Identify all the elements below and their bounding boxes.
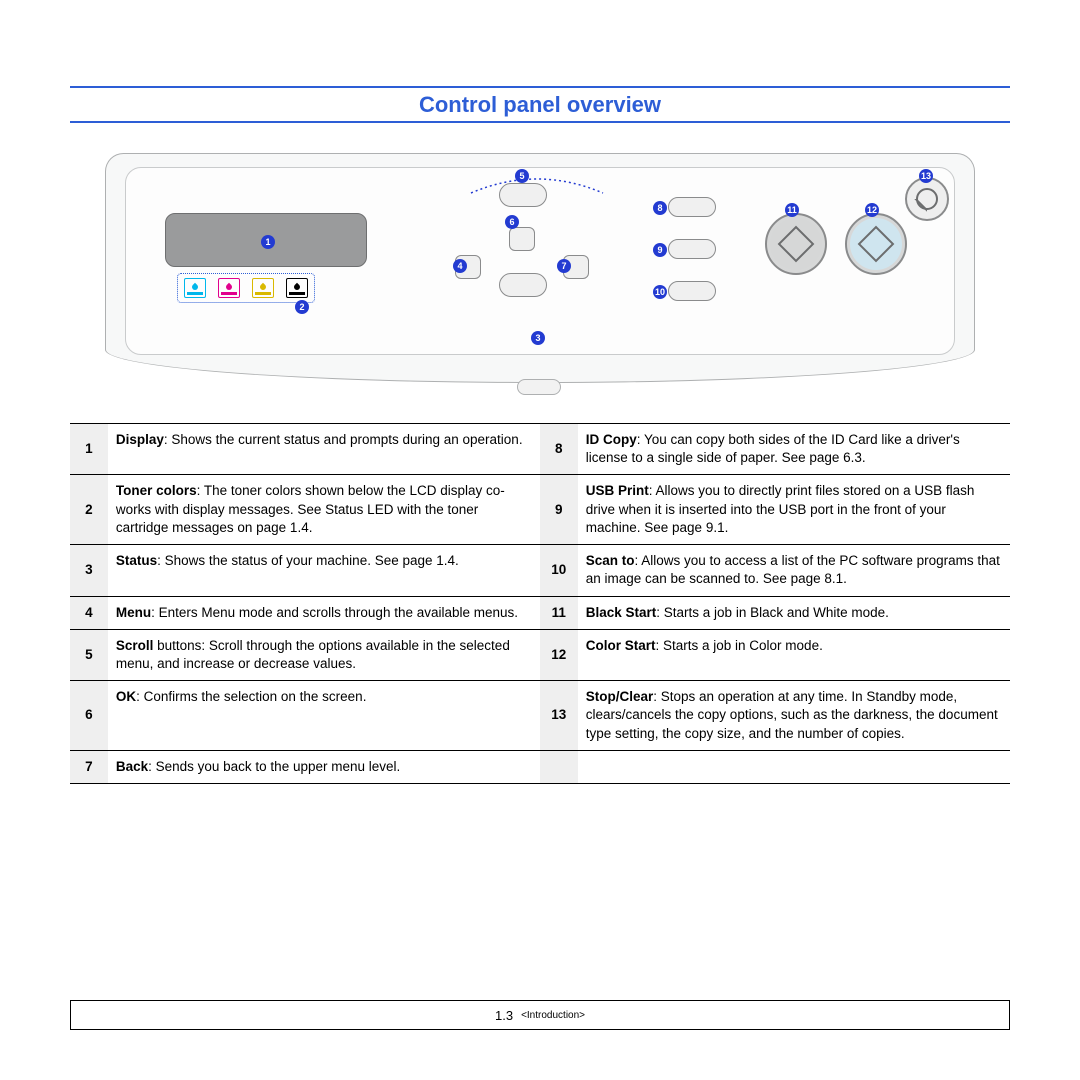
control-panel-diagram: 1 2 3 4 5 6 7 8 9 10 11 12 13 — [105, 153, 975, 383]
callout-13: 13 — [919, 169, 933, 183]
cell-txt-2: Toner colors: The toner colors shown bel… — [108, 475, 540, 545]
cell-txt-3: Status: Shows the status of your machine… — [108, 545, 540, 596]
callout-arc — [467, 171, 607, 197]
cell-txt-8: ID Copy: You can copy both sides of the … — [578, 424, 1010, 475]
page-title: Control panel overview — [70, 92, 1010, 118]
cell-txt-6: OK: Confirms the selection on the screen… — [108, 681, 540, 751]
footer-section: <Introduction> — [521, 1010, 585, 1021]
cell-txt-9: USB Print: Allows you to directly print … — [578, 475, 1010, 545]
stop-clear-button-icon — [905, 177, 949, 221]
cell-txt-5: Scroll buttons: Scroll through the optio… — [108, 629, 540, 680]
menu-nav-cluster — [455, 183, 625, 303]
cell-num-5: 5 — [70, 629, 108, 680]
callout-4: 4 — [453, 259, 467, 273]
callout-10: 10 — [653, 285, 667, 299]
cell-num-4: 4 — [70, 596, 108, 629]
callout-1: 1 — [261, 235, 275, 249]
legend-table: 1 Display: Shows the current status and … — [70, 423, 1010, 784]
cell-txt-7: Back: Sends you back to the upper menu l… — [108, 750, 540, 783]
cell-txt-12: Color Start: Starts a job in Color mode. — [578, 629, 1010, 680]
callout-11: 11 — [785, 203, 799, 217]
cell-num-blank — [540, 750, 578, 783]
callout-9: 9 — [653, 243, 667, 257]
cell-txt-1: Display: Shows the current status and pr… — [108, 424, 540, 475]
callout-3: 3 — [531, 331, 545, 345]
page-footer: 1.3 <Introduction> — [70, 1000, 1010, 1030]
status-led-icon — [517, 379, 561, 395]
cell-num-13: 13 — [540, 681, 578, 751]
cell-txt-blank — [578, 750, 1010, 783]
cell-num-2: 2 — [70, 475, 108, 545]
callout-7: 7 — [557, 259, 571, 273]
cell-num-8: 8 — [540, 424, 578, 475]
callout-6: 6 — [505, 215, 519, 229]
callout-2: 2 — [295, 300, 309, 314]
color-start-button-icon — [845, 213, 907, 275]
toner-indicators — [177, 273, 315, 303]
cell-num-12: 12 — [540, 629, 578, 680]
cell-txt-13: Stop/Clear: Stops an operation at any ti… — [578, 681, 1010, 751]
cell-txt-4: Menu: Enters Menu mode and scrolls throu… — [108, 596, 540, 629]
callout-12: 12 — [865, 203, 879, 217]
cell-num-6: 6 — [70, 681, 108, 751]
cell-num-9: 9 — [540, 475, 578, 545]
cell-num-11: 11 — [540, 596, 578, 629]
black-start-button-icon — [765, 213, 827, 275]
footer-page: 1.3 — [495, 1008, 513, 1023]
cell-num-1: 1 — [70, 424, 108, 475]
cell-num-7: 7 — [70, 750, 108, 783]
cell-num-3: 3 — [70, 545, 108, 596]
cell-txt-11: Black Start: Starts a job in Black and W… — [578, 596, 1010, 629]
cell-num-10: 10 — [540, 545, 578, 596]
callout-8: 8 — [653, 201, 667, 215]
cell-txt-10: Scan to: Allows you to access a list of … — [578, 545, 1010, 596]
